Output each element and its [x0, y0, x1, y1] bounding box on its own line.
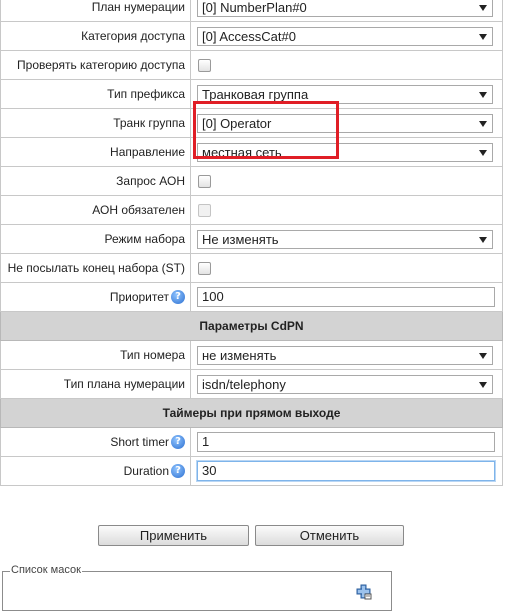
row-trunk-group: Транк группа [0] Operator: [0, 108, 503, 138]
numbering-plan-type-select[interactable]: isdn/telephony: [197, 374, 493, 394]
prefix-type-label: Тип префикса: [0, 79, 191, 109]
trunk-group-value: [0] Operator: [202, 115, 272, 131]
no-send-st-checkbox[interactable]: [198, 262, 211, 276]
row-direction: Направление местная сеть: [0, 137, 503, 167]
dropdown-arrow-icon: [479, 381, 487, 388]
aon-request-checkbox[interactable]: [198, 175, 211, 189]
priority-input[interactable]: 100: [197, 287, 495, 307]
row-no-send-st: Не посылать конец набора (ST): [0, 253, 503, 283]
aon-required-checkbox: [198, 204, 211, 218]
dial-mode-select[interactable]: Не изменять: [197, 229, 493, 249]
short-timer-input[interactable]: 1: [197, 432, 495, 452]
row-priority: Приоритет? 100: [0, 282, 503, 312]
dropdown-arrow-icon: [479, 91, 487, 98]
dropdown-arrow-icon: [479, 149, 487, 156]
priority-label: Приоритет: [109, 289, 169, 304]
masks-list-legend: Список масок: [10, 564, 82, 576]
numbering-plan-type-value: isdn/telephony: [202, 376, 286, 392]
duration-label: Duration: [123, 463, 169, 478]
dial-mode-value: Не изменять: [202, 231, 279, 247]
dropdown-arrow-icon: [479, 120, 487, 127]
row-aon-request: Запрос АОН: [0, 166, 503, 196]
row-numbering-plan: План нумерации [0] NumberPlan#0: [0, 0, 503, 22]
trunk-group-label: Транк группа: [0, 108, 191, 138]
duration-input[interactable]: 30: [197, 461, 495, 481]
cdpn-section-title: Параметры CdPN: [0, 311, 503, 341]
row-duration: Duration? 30: [0, 456, 503, 486]
prefix-type-value: Транковая группа: [202, 86, 309, 102]
add-mask-icon[interactable]: [356, 584, 372, 600]
cancel-button[interactable]: Отменить: [255, 525, 404, 546]
row-number-type: Тип номера не изменять: [0, 340, 503, 370]
dropdown-arrow-icon: [479, 236, 487, 243]
short-timer-label: Short timer: [110, 434, 169, 449]
help-icon[interactable]: ?: [171, 290, 185, 305]
row-numbering-plan-type: Тип плана нумерации isdn/telephony: [0, 369, 503, 399]
help-icon[interactable]: ?: [171, 464, 185, 479]
aon-request-label: Запрос АОН: [0, 166, 191, 196]
timers-section-title: Таймеры при прямом выходе: [0, 398, 503, 428]
access-category-select[interactable]: [0] AccessCat#0: [197, 26, 493, 46]
numbering-plan-type-label: Тип плана нумерации: [0, 369, 191, 399]
access-category-value: [0] AccessCat#0: [202, 28, 296, 44]
row-check-access-category: Проверять категорию доступа: [0, 50, 503, 80]
row-short-timer: Short timer? 1: [0, 427, 503, 457]
number-type-label: Тип номера: [0, 340, 191, 370]
aon-required-label: АОН обязателен: [0, 195, 191, 225]
dial-mode-label: Режим набора: [0, 224, 191, 254]
access-category-label: Категория доступа: [0, 21, 191, 51]
number-type-value: не изменять: [202, 347, 277, 363]
timers-section-header: Таймеры при прямом выходе: [0, 398, 503, 428]
dropdown-arrow-icon: [479, 4, 487, 11]
route-settings-form: План нумерации [0] NumberPlan#0 Категори…: [0, 0, 503, 486]
numbering-plan-label: План нумерации: [0, 0, 191, 22]
numbering-plan-select[interactable]: [0] NumberPlan#0: [197, 0, 493, 17]
direction-label: Направление: [0, 137, 191, 167]
help-icon[interactable]: ?: [171, 435, 185, 450]
row-aon-required: АОН обязателен: [0, 195, 503, 225]
cdpn-section-header: Параметры CdPN: [0, 311, 503, 341]
numbering-plan-value: [0] NumberPlan#0: [202, 0, 307, 15]
masks-list-panel: [2, 571, 392, 611]
dropdown-arrow-icon: [479, 33, 487, 40]
row-prefix-type: Тип префикса Транковая группа: [0, 79, 503, 109]
trunk-group-select[interactable]: [0] Operator: [197, 113, 493, 133]
check-access-category-label: Проверять категорию доступа: [0, 50, 191, 80]
dropdown-arrow-icon: [479, 352, 487, 359]
prefix-type-select[interactable]: Транковая группа: [197, 84, 493, 104]
no-send-st-label: Не посылать конец набора (ST): [0, 253, 191, 283]
apply-button[interactable]: Применить: [98, 525, 249, 546]
number-type-select[interactable]: не изменять: [197, 345, 493, 365]
row-dial-mode: Режим набора Не изменять: [0, 224, 503, 254]
check-access-category-checkbox[interactable]: [198, 59, 211, 73]
row-access-category: Категория доступа [0] AccessCat#0: [0, 21, 503, 51]
direction-value: местная сеть: [202, 144, 282, 160]
direction-select[interactable]: местная сеть: [197, 142, 493, 162]
